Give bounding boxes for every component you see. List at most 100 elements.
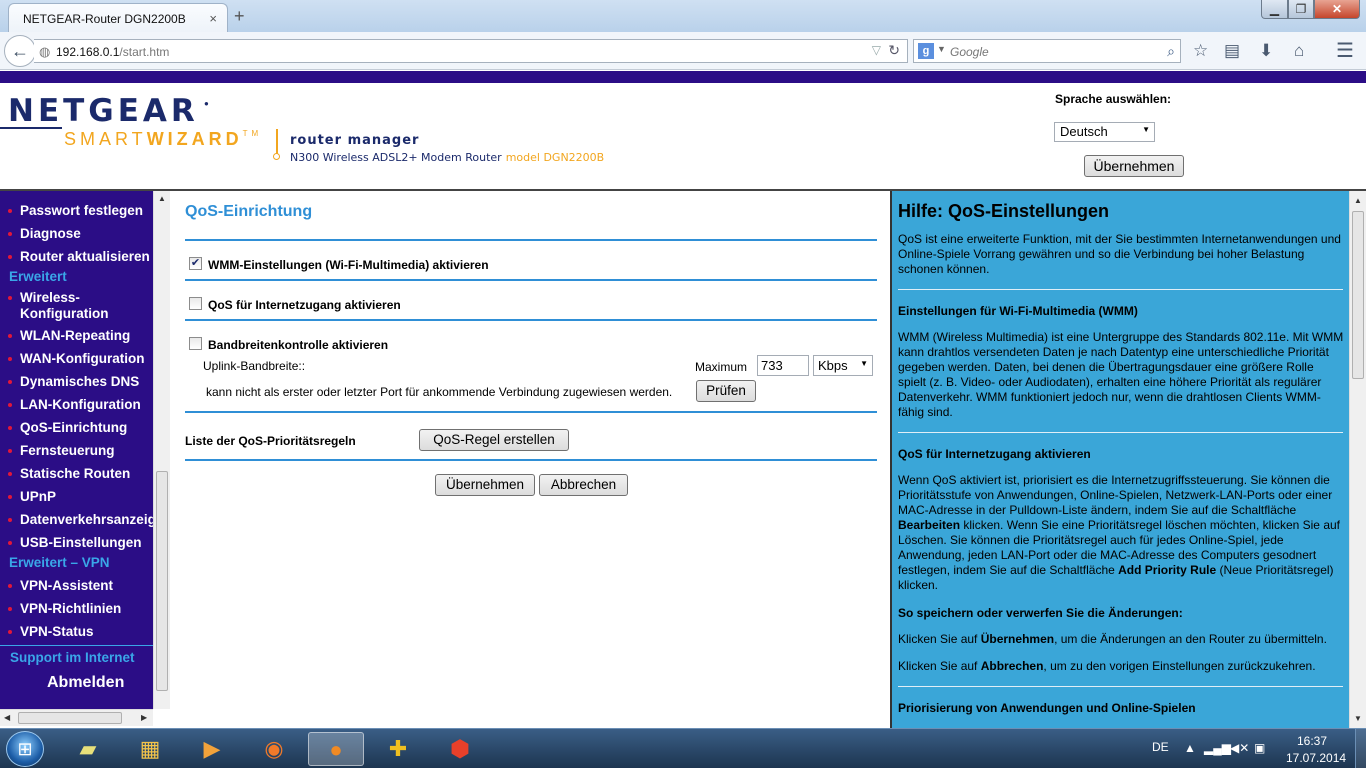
browser-tab[interactable]: NETGEAR-Router DGN2200B × xyxy=(8,3,228,32)
clock-date[interactable]: 17.07.2014 xyxy=(1286,751,1346,765)
scroll-right-icon[interactable]: ▶ xyxy=(141,713,147,722)
help-wmm-heading: Einstellungen für Wi-Fi-Multimedia (WMM) xyxy=(898,304,1138,318)
help-bold-edit: Bearbeiten xyxy=(898,518,961,532)
window-close-button[interactable]: ✕ xyxy=(1314,0,1360,19)
language-label: Sprache auswählen: xyxy=(1055,92,1172,106)
tab-close-icon[interactable]: × xyxy=(209,11,217,26)
dropdown-arrow-icon[interactable]: ▽ xyxy=(872,43,881,57)
show-desktop-button[interactable] xyxy=(1355,729,1366,768)
sidebar-item-wireless[interactable]: Wireless-Konfiguration xyxy=(8,290,128,322)
google-icon[interactable]: g xyxy=(918,43,934,59)
action-center-icon[interactable]: ▣ xyxy=(1254,741,1265,755)
bookmarks-list-icon[interactable]: ▤ xyxy=(1224,41,1240,61)
create-rule-button[interactable]: QoS-Regel erstellen xyxy=(419,429,569,451)
bandwidth-label: Bandbreitenkontrolle aktivieren xyxy=(208,338,389,352)
smartwizard-logo: SMARTWIZARDTM xyxy=(64,129,262,150)
sidebar-item-vpn-policies[interactable]: VPN-Richtlinien xyxy=(8,601,121,617)
sidebar-item-qos[interactable]: QoS-Einrichtung xyxy=(8,420,127,436)
back-arrow-icon[interactable]: ← xyxy=(4,35,36,67)
page-header: NETGEAR ● SMARTWIZARDTM router manager N… xyxy=(0,83,1366,190)
logo-connector-line xyxy=(276,129,278,155)
clock-time[interactable]: 16:37 xyxy=(1297,734,1327,748)
start-button-icon[interactable]: ⊞ xyxy=(6,731,44,767)
sidebar-item-remote[interactable]: Fernsteuerung xyxy=(8,443,115,459)
check-button[interactable]: Prüfen xyxy=(696,380,756,402)
port-info-text: kann nicht als erster oder letzter Port … xyxy=(206,385,673,399)
sidebar-item-wlan-repeating[interactable]: WLAN-Repeating xyxy=(8,328,130,344)
sidebar-item-lan[interactable]: LAN-Konfiguration xyxy=(8,397,141,413)
reload-icon[interactable]: ↻ xyxy=(888,42,900,59)
qos-label: QoS für Internetzugang aktivieren xyxy=(208,298,401,312)
language-select[interactable]: Deutsch ▼ xyxy=(1054,122,1155,142)
tray-expand-icon[interactable]: ▲ xyxy=(1184,741,1196,755)
sidebar-item-wan[interactable]: WAN-Konfiguration xyxy=(8,351,144,367)
cancel-button[interactable]: Abbrechen xyxy=(539,474,628,496)
scroll-down-icon[interactable]: ▼ xyxy=(1354,714,1362,723)
bullet-icon xyxy=(8,495,12,499)
new-tab-button[interactable]: + xyxy=(234,6,245,27)
bullet-icon xyxy=(8,255,12,259)
help-vertical-scrollbar[interactable]: ▲ ▼ xyxy=(1349,191,1366,728)
origin-icon[interactable]: ◉ xyxy=(246,732,302,766)
volume-muted-icon[interactable]: ◀✕ xyxy=(1230,741,1249,755)
help-wmm-text: WMM (Wireless Multimedia) ist eine Unter… xyxy=(898,330,1344,419)
scroll-up-icon[interactable]: ▲ xyxy=(158,194,166,203)
hamburger-menu-icon[interactable]: ☰ xyxy=(1336,38,1354,63)
help-qos-heading: QoS für Internetzugang aktivieren xyxy=(898,447,1091,461)
input-language-indicator[interactable]: DE xyxy=(1152,740,1169,754)
network-signal-icon[interactable]: ▂▄▆ xyxy=(1204,741,1231,755)
help-divider xyxy=(898,432,1343,433)
bandwidth-unit-select[interactable]: Kbps ▼ xyxy=(813,355,873,376)
sidebar-item-ddns[interactable]: Dynamisches DNS xyxy=(8,374,139,390)
bookmark-star-icon[interactable]: ☆ xyxy=(1193,41,1208,61)
scroll-left-icon[interactable]: ◀ xyxy=(4,713,10,722)
sidebar-item-router-update[interactable]: Router aktualisieren xyxy=(8,249,150,265)
scrollbar-thumb[interactable] xyxy=(18,712,122,724)
media-player-icon[interactable]: ▶ xyxy=(184,732,240,766)
scrollbar-thumb[interactable] xyxy=(156,471,168,691)
url-bar[interactable]: ◍ 192.168.0.1/start.htm ▽ ↻ xyxy=(34,39,908,63)
section-divider xyxy=(185,279,877,281)
explorer-icon[interactable]: ▰ xyxy=(60,732,116,766)
sidebar-item-static-routes[interactable]: Statische Routen xyxy=(8,466,130,482)
help-qos-text: Wenn QoS aktiviert ist, priorisiert es d… xyxy=(898,473,1340,592)
sidebar-item-vpn-wizard[interactable]: VPN-Assistent xyxy=(8,578,113,594)
bullet-icon xyxy=(8,380,12,384)
help-divider xyxy=(898,289,1343,290)
model-name: model DGN2200B xyxy=(505,151,605,164)
search-input[interactable]: g ▼ Google ⌕ xyxy=(913,39,1181,63)
sidebar-item-partial[interactable] xyxy=(8,191,24,197)
apply-button[interactable]: Übernehmen xyxy=(435,474,535,496)
bandwidth-checkbox[interactable] xyxy=(189,337,202,350)
search-icon[interactable]: ⌕ xyxy=(1167,43,1175,60)
language-apply-button[interactable]: Übernehmen xyxy=(1084,155,1184,177)
sidebar-horizontal-scrollbar[interactable]: ◀ ▶ xyxy=(0,709,153,726)
sidebar-item-vpn-status[interactable]: VPN-Status xyxy=(8,624,94,640)
logo-smart: SMART xyxy=(64,129,147,149)
scroll-up-icon[interactable]: ▲ xyxy=(1354,196,1362,205)
qos-checkbox[interactable] xyxy=(189,297,202,310)
sidebar-item-diagnose[interactable]: Diagnose xyxy=(8,226,81,242)
search-engine-dropdown-icon[interactable]: ▼ xyxy=(937,44,946,54)
logout-link[interactable]: Abmelden xyxy=(47,674,124,692)
game-icon[interactable]: ✚ xyxy=(370,732,426,766)
sidebar-item-upnp[interactable]: UPnP xyxy=(8,489,56,505)
home-icon[interactable]: ⌂ xyxy=(1294,41,1304,61)
sidebar-vertical-scrollbar[interactable]: ▲ xyxy=(153,191,170,709)
uplink-bandwidth-input[interactable] xyxy=(757,355,809,376)
sidebar-item-password[interactable]: Passwort festlegen xyxy=(8,203,143,219)
chevron-down-icon: ▼ xyxy=(1142,125,1150,134)
scrollbar-thumb[interactable] xyxy=(1352,211,1364,379)
firefox-icon[interactable]: ● xyxy=(308,732,364,766)
libraries-folder-icon[interactable]: ▦ xyxy=(122,732,178,766)
sidebar-item-traffic[interactable]: Datenverkehrsanzeige xyxy=(8,512,153,528)
window-minimize-button[interactable]: ▁ xyxy=(1261,0,1288,19)
sidebar-item-usb[interactable]: USB-Einstellungen xyxy=(8,535,142,551)
window-maximize-button[interactable]: ❐ xyxy=(1288,0,1314,19)
logo-connector-dot xyxy=(273,153,280,160)
app-14-icon[interactable]: ⬢ xyxy=(432,732,488,766)
sidebar: Passwort festlegen Diagnose Router aktua… xyxy=(0,191,170,728)
download-icon[interactable]: ⬇ xyxy=(1259,41,1273,61)
support-link[interactable]: Support im Internet xyxy=(10,650,135,665)
wmm-checkbox[interactable]: ✔ xyxy=(189,257,202,270)
